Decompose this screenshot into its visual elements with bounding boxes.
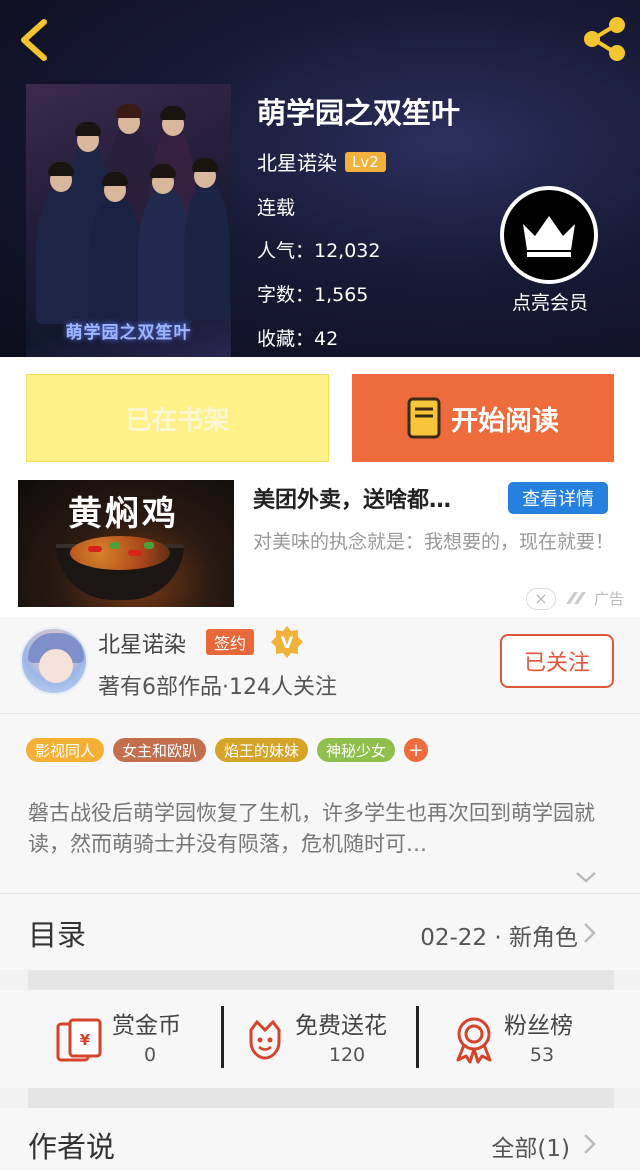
level-badge: Lv2 — [345, 151, 386, 172]
latest-chapter: 02-22 · 新角色 — [420, 925, 578, 951]
reward-value: 0 — [143, 1044, 157, 1066]
ad-image-text: 黄焖鸡 — [68, 494, 179, 534]
section-divider — [28, 1088, 614, 1108]
avatar[interactable] — [20, 627, 88, 695]
cover-figure — [88, 196, 144, 336]
cover-hair — [192, 158, 218, 172]
chevron-down-icon — [576, 872, 596, 883]
fans-label: 粉丝榜 — [504, 1013, 573, 1039]
author-name[interactable]: 北星诺染 — [257, 147, 337, 176]
following-button[interactable]: 已关注 — [500, 634, 614, 688]
ad-banner[interactable]: 黄焖鸡 美团外卖，送啥都… 查看详情 对美味的执念就是：我想要的，现在就要！ ×… — [0, 480, 640, 617]
signed-badge: 签约 — [206, 629, 255, 655]
vip-button[interactable]: 点亮会员 — [500, 186, 600, 315]
chevron-right-icon — [584, 1134, 596, 1154]
author-card-name[interactable]: 北星诺染 — [98, 627, 186, 659]
cover-hair — [160, 106, 186, 120]
cover-hair — [150, 164, 176, 178]
book-cover[interactable]: 萌学园之双笙叶 — [26, 84, 231, 357]
stat-separator — [416, 1006, 419, 1068]
catalog-title: 目录 — [28, 918, 87, 952]
word-count-text: 字数：1,565 — [257, 284, 369, 306]
svg-text:¥: ¥ — [80, 1031, 91, 1049]
chevron-left-icon — [21, 19, 47, 61]
reward-label: 赏金币 — [112, 1013, 181, 1039]
author-says-title: 作者说 — [28, 1130, 116, 1164]
free-flowers-button[interactable]: 免费送花 120 — [241, 1006, 411, 1072]
cover-figure — [184, 180, 230, 320]
verified-icon: V — [271, 626, 303, 658]
flowers-label: 免费送花 — [295, 1013, 387, 1039]
ad-mark-label: 广告 — [594, 589, 625, 608]
crown-icon — [523, 216, 575, 257]
ad-description: 对美味的执念就是：我想要的，现在就要！ — [253, 531, 615, 553]
reward-coins-button[interactable]: ¥ 赏金币 0 — [56, 1006, 206, 1072]
in-shelf-button[interactable]: 已在书架 — [26, 374, 329, 462]
author-line: 北星诺染 Lv2 — [257, 147, 386, 176]
flower-icon — [249, 1019, 281, 1060]
tag-item[interactable]: 焰王的妹妹 — [215, 738, 309, 762]
flowers-value: 120 — [328, 1044, 366, 1066]
stat-separator — [221, 1006, 224, 1068]
author-says-all: 全部(1) — [491, 1136, 570, 1162]
start-reading-button[interactable]: 开始阅读 — [352, 374, 614, 462]
status-text: 连载 — [257, 197, 296, 219]
author-stats: 著有6部作品·124人关注 — [98, 675, 337, 700]
ad-detail-button[interactable]: 查看详情 — [508, 482, 608, 514]
ad-mark: 广告 — [564, 586, 636, 610]
cover-title-text: 萌学园之双笙叶 — [65, 323, 192, 343]
section-divider — [28, 970, 614, 990]
action-bar: 已在书架 开始阅读 — [0, 357, 640, 480]
book-title: 萌学园之双笙叶 — [257, 96, 461, 130]
red-envelope-icon: ¥ — [56, 1018, 102, 1062]
book-header: 萌学园之双笙叶 萌学园之双笙叶 北星诺染 Lv2 连载 人气：12,032 字数… — [0, 0, 640, 357]
tag-item[interactable]: 影视同人 — [26, 738, 105, 762]
tags-description-section: 影视同人 女主和欧趴 焰王的妹妹 神秘少女 + 磐古战役后萌学园恢复了生机，许多… — [0, 713, 640, 893]
vip-label: 点亮会员 — [511, 292, 588, 314]
author-card: 北星诺染 签约 V 著有6部作品·124人关注 已关注 — [0, 617, 640, 713]
tag-item[interactable]: 神秘少女 — [317, 738, 396, 762]
author-says-row[interactable]: 作者说 全部(1) — [0, 1108, 640, 1170]
ad-image[interactable]: 黄焖鸡 — [18, 480, 234, 607]
fans-value: 53 — [529, 1044, 555, 1066]
tag-list: 影视同人 女主和欧趴 焰王的妹妹 神秘少女 + — [26, 738, 429, 762]
more-tags-button[interactable]: + — [404, 738, 429, 762]
back-button[interactable] — [16, 18, 56, 62]
verified-badge: V — [270, 625, 304, 659]
chevron-right-icon — [584, 923, 596, 943]
vip-circle — [500, 186, 598, 284]
medal-icon — [456, 1017, 492, 1064]
chili-shape — [128, 550, 142, 556]
food-shape — [70, 536, 170, 570]
ad-title[interactable]: 美团外卖，送啥都… — [253, 482, 451, 514]
book-description[interactable]: 磐古战役后萌学园恢复了生机，许多学生也再次回到萌学园就读，然而萌骑士并没有陨落，… — [28, 798, 612, 860]
fan-ranking-button[interactable]: 粉丝榜 53 — [450, 1006, 600, 1072]
cover-hair — [75, 122, 101, 136]
expand-button[interactable] — [574, 868, 598, 886]
cover-hair — [116, 104, 142, 118]
book-icon — [407, 397, 441, 439]
share-button[interactable] — [580, 14, 630, 64]
pepper-shape — [144, 542, 154, 549]
avatar-face — [39, 649, 73, 683]
ad-logo-icon — [566, 592, 586, 604]
share-icon — [584, 17, 625, 61]
cover-figure — [36, 184, 88, 324]
stats-row: ¥ 赏金币 0 免费送花 120 粉丝榜 53 — [0, 990, 640, 1088]
cover-hair — [102, 172, 128, 186]
verified-letter: V — [281, 633, 294, 652]
cover-hair — [48, 162, 74, 176]
start-reading-label: 开始阅读 — [451, 405, 559, 437]
ad-close-button[interactable]: × — [526, 588, 556, 610]
favorites-text: 收藏：42 — [257, 328, 339, 350]
tag-item[interactable]: 女主和欧趴 — [113, 738, 207, 762]
pepper-shape — [110, 542, 120, 549]
catalog-row[interactable]: 目录 02-22 · 新角色 — [0, 893, 640, 970]
popularity-text: 人气：12,032 — [257, 240, 381, 262]
chili-shape — [88, 546, 102, 552]
